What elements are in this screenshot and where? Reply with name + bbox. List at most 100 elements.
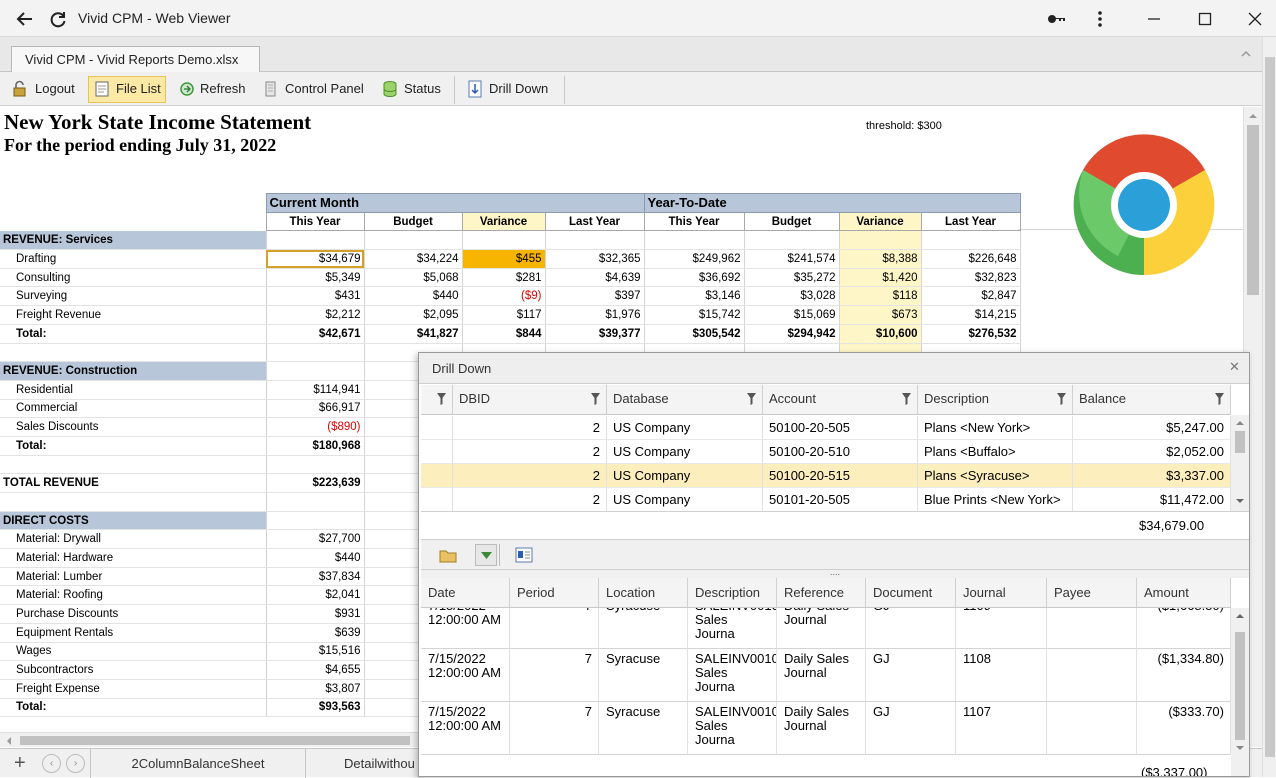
value-cell[interactable] xyxy=(266,511,365,531)
accounts-column-header[interactable]: Description xyxy=(918,385,1073,415)
scroll-thumb[interactable] xyxy=(1265,57,1275,757)
value-cell[interactable]: $15,742 xyxy=(644,305,745,325)
back-arrow-icon[interactable] xyxy=(12,6,38,32)
value-cell[interactable]: $27,700 xyxy=(266,529,365,550)
report-horizontal-scrollbar[interactable] xyxy=(0,732,420,747)
folder-icon[interactable] xyxy=(439,547,457,563)
minimize-icon[interactable] xyxy=(1141,6,1167,32)
value-cell[interactable] xyxy=(545,230,645,251)
scroll-thumb[interactable] xyxy=(1235,632,1245,740)
transactions-scrollbar[interactable] xyxy=(1231,608,1249,776)
grid-splitter[interactable]: .... xyxy=(421,568,1249,578)
value-cell[interactable]: $15,516 xyxy=(266,642,365,662)
value-cell[interactable]: $14,215 xyxy=(921,305,1021,325)
close-icon[interactable] xyxy=(1242,6,1268,32)
value-cell[interactable]: $673 xyxy=(839,305,922,325)
transactions-row[interactable]: 7/15/2022 12:00:00 AM7SyracuseSALEINV001… xyxy=(421,702,1231,755)
transactions-column-header[interactable]: Payee xyxy=(1047,578,1137,608)
expand-dropdown-button[interactable] xyxy=(475,544,497,566)
value-cell[interactable]: $226,648 xyxy=(921,249,1021,269)
value-cell[interactable]: $42,671 xyxy=(266,324,365,344)
sheet-tab-2columnbalancesheet[interactable]: 2ColumnBalanceSheet xyxy=(91,749,306,778)
value-cell[interactable]: $93,563 xyxy=(266,698,365,718)
value-cell[interactable]: $455 xyxy=(462,249,546,269)
value-cell[interactable]: $118 xyxy=(839,286,922,307)
value-cell[interactable] xyxy=(364,230,463,251)
reload-icon[interactable] xyxy=(45,6,71,32)
value-cell[interactable]: $66,917 xyxy=(266,399,365,419)
accounts-row[interactable]: 2 US Company 50100-20-505 Plans <New York> $… xyxy=(421,416,1231,440)
more-options-icon[interactable] xyxy=(1087,6,1113,32)
value-cell[interactable] xyxy=(266,492,365,512)
scroll-down-arrow-icon[interactable] xyxy=(1235,497,1245,505)
value-cell[interactable] xyxy=(744,230,840,251)
value-cell[interactable]: $931 xyxy=(266,604,365,624)
value-cell[interactable]: $180,968 xyxy=(266,436,365,456)
scroll-left-arrow-icon[interactable] xyxy=(5,736,13,746)
accounts-column-header[interactable] xyxy=(421,385,453,415)
scroll-up-arrow-icon[interactable] xyxy=(1235,419,1245,427)
transactions-column-header[interactable]: Date xyxy=(421,578,510,608)
value-cell[interactable] xyxy=(266,455,365,475)
next-sheet-icon[interactable]: › xyxy=(66,754,85,773)
value-cell[interactable]: $281 xyxy=(462,268,546,288)
value-cell[interactable]: ($890) xyxy=(266,417,365,437)
scroll-thumb[interactable] xyxy=(1247,125,1259,295)
value-cell[interactable]: $5,349 xyxy=(266,268,365,288)
value-cell[interactable]: $10,600 xyxy=(839,324,922,344)
filter-icon[interactable] xyxy=(1057,393,1066,405)
value-cell[interactable]: $397 xyxy=(545,286,645,307)
add-sheet-button[interactable]: + xyxy=(14,752,26,775)
scroll-thumb[interactable] xyxy=(20,736,410,745)
scroll-up-arrow-icon[interactable] xyxy=(1248,112,1258,120)
value-cell[interactable] xyxy=(644,230,745,251)
scroll-thumb[interactable] xyxy=(1235,431,1245,453)
value-cell[interactable]: $440 xyxy=(266,548,365,568)
value-cell[interactable]: $276,532 xyxy=(921,324,1021,344)
value-cell[interactable]: $3,807 xyxy=(266,679,365,699)
value-cell[interactable]: $5,068 xyxy=(364,268,463,288)
value-cell[interactable]: $2,095 xyxy=(364,305,463,325)
value-cell[interactable]: $1,976 xyxy=(545,305,645,325)
value-cell[interactable]: $3,028 xyxy=(744,286,840,307)
close-panel-icon[interactable]: ✕ xyxy=(1229,359,1240,375)
value-cell[interactable]: $41,827 xyxy=(364,324,463,344)
status-button[interactable]: Status xyxy=(381,76,447,103)
value-cell[interactable] xyxy=(921,230,1021,251)
value-cell[interactable] xyxy=(266,361,365,381)
maximize-icon[interactable] xyxy=(1192,6,1218,32)
filter-icon[interactable] xyxy=(902,393,911,405)
filter-icon[interactable] xyxy=(1215,393,1224,405)
transactions-column-header[interactable]: Period xyxy=(510,578,599,608)
value-cell[interactable] xyxy=(839,230,922,251)
value-cell[interactable]: $36,692 xyxy=(644,268,745,288)
collapse-chevron-icon[interactable] xyxy=(1240,49,1252,59)
value-cell[interactable]: ($9) xyxy=(462,286,546,307)
page-vertical-scrollbar[interactable] xyxy=(1262,37,1276,777)
value-cell[interactable]: $1,420 xyxy=(839,268,922,288)
value-cell[interactable]: $294,942 xyxy=(744,324,840,344)
accounts-row[interactable]: 2 US Company 50101-20-505 Blue Prints <New … xyxy=(421,488,1231,512)
value-cell[interactable]: $241,574 xyxy=(744,249,840,269)
transactions-row[interactable]: 7/15/2022 12:00:00 AM7SyracuseSALEINV001… xyxy=(421,649,1231,702)
value-cell[interactable]: $32,365 xyxy=(545,249,645,269)
value-cell[interactable]: $639 xyxy=(266,623,365,643)
column-chooser-icon[interactable] xyxy=(515,547,533,563)
value-cell[interactable]: $223,639 xyxy=(266,473,365,493)
transactions-column-header[interactable]: Description xyxy=(688,578,777,608)
value-cell[interactable]: $4,655 xyxy=(266,660,365,680)
transactions-column-header[interactable]: Location xyxy=(599,578,688,608)
transactions-column-header[interactable]: Reference xyxy=(777,578,866,608)
scroll-up-arrow-icon[interactable] xyxy=(1235,612,1245,620)
value-cell[interactable]: $34,679 xyxy=(266,249,365,269)
value-cell[interactable]: $37,834 xyxy=(266,567,365,587)
value-cell[interactable]: $844 xyxy=(462,324,546,344)
accounts-row[interactable]: 2 US Company 50100-20-510 Plans <Buffalo> $2… xyxy=(421,440,1231,464)
key-icon[interactable] xyxy=(1043,6,1069,32)
filter-icon[interactable] xyxy=(437,393,446,405)
value-cell[interactable]: $34,224 xyxy=(364,249,463,269)
value-cell[interactable] xyxy=(266,343,365,363)
filter-icon[interactable] xyxy=(747,393,756,405)
accounts-column-header[interactable]: Account xyxy=(763,385,918,415)
transactions-column-header[interactable]: Journal xyxy=(956,578,1047,608)
